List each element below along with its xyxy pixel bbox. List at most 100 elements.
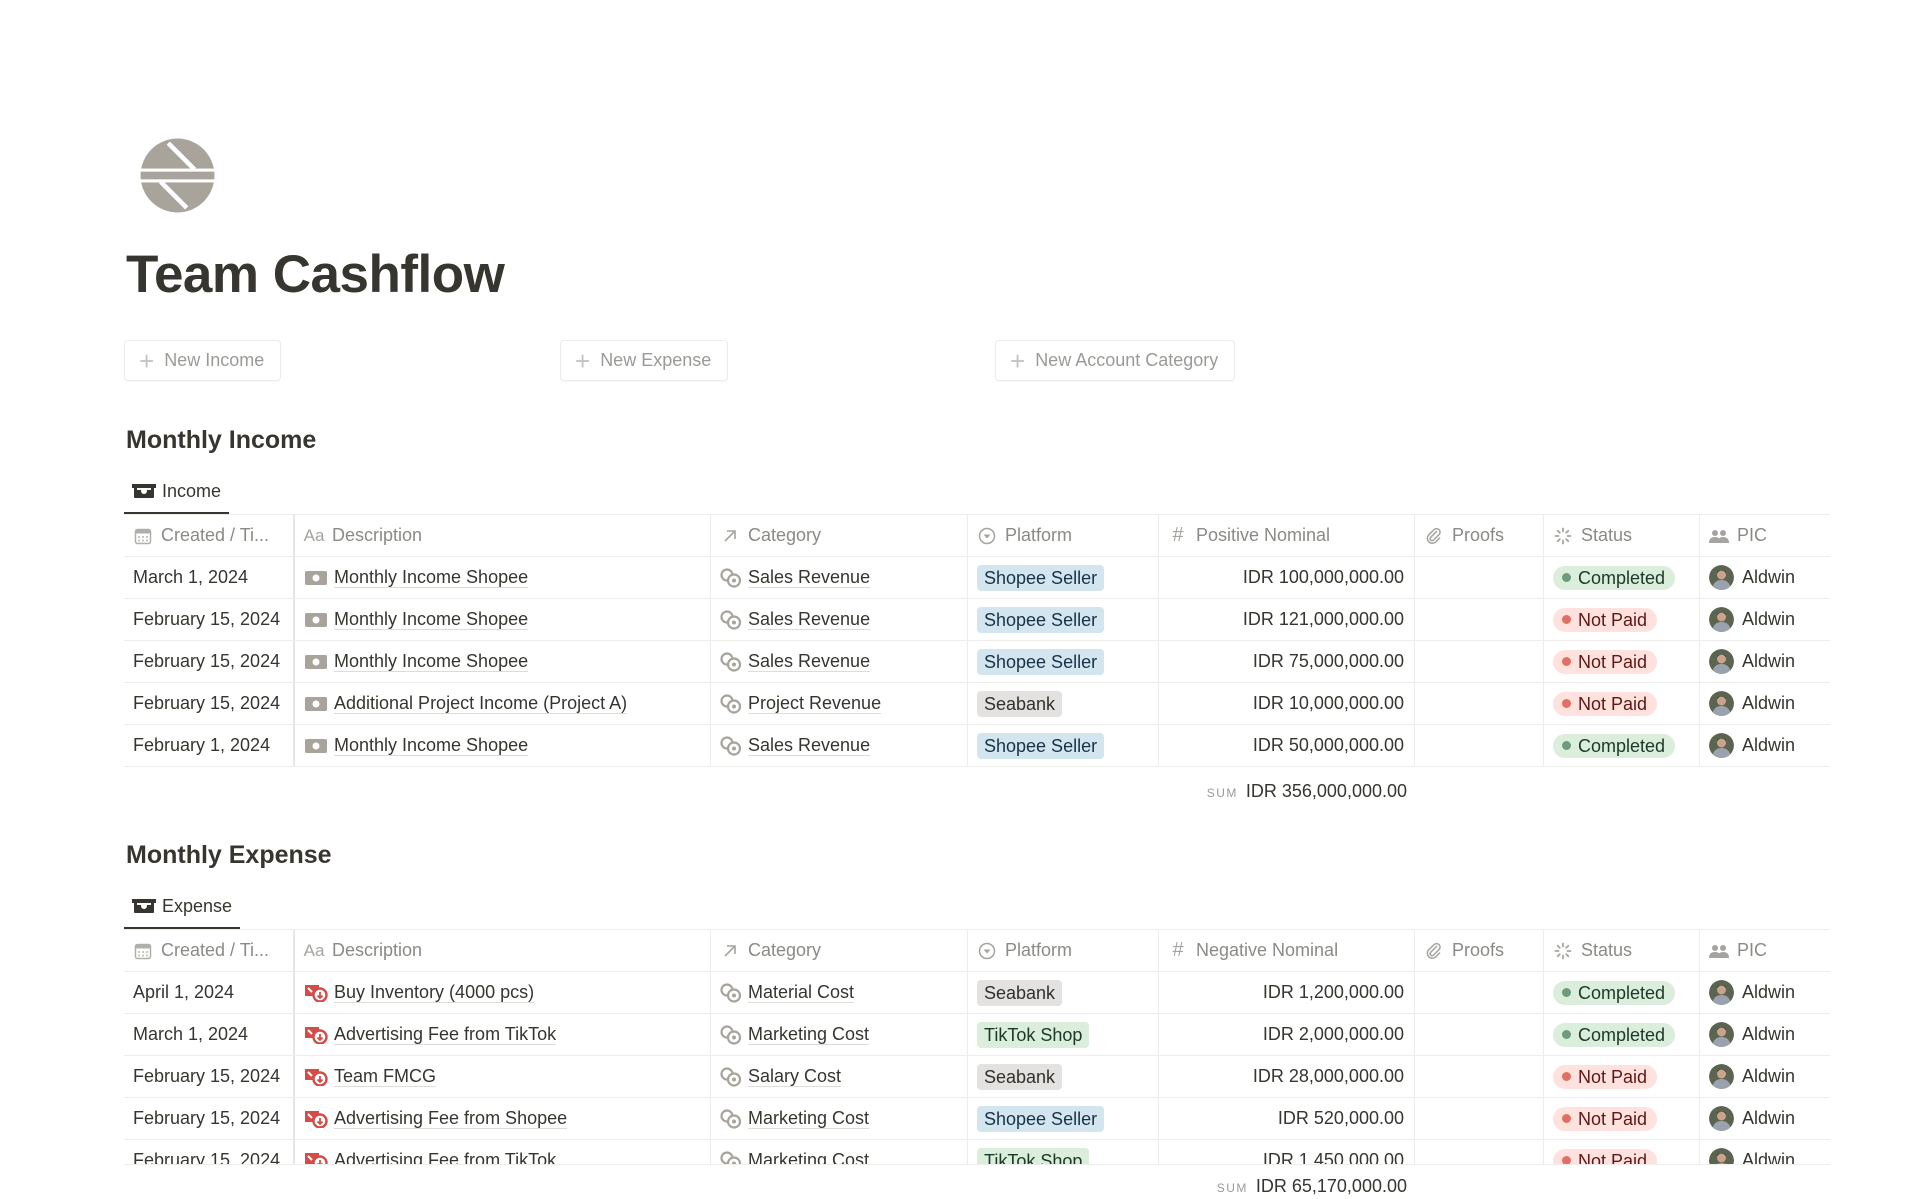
cell-nominal[interactable]: IDR 121,000,000.00 [1159,599,1415,640]
cell-platform[interactable]: TikTok Shop [968,1014,1159,1055]
category-link[interactable]: Salary Cost [748,1066,842,1088]
cell-nominal[interactable]: IDR 1,200,000.00 [1159,972,1415,1013]
cell-platform[interactable]: Shopee Seller [968,725,1159,766]
column-header-created-time[interactable]: Created / Ti... [124,515,295,556]
cell-created-time[interactable]: February 15, 2024 [124,1140,295,1164]
cell-proofs[interactable] [1415,725,1544,766]
table-row[interactable]: February 15, 2024 Team FMCG Salary Cost Sea… [124,1056,1830,1098]
column-header-description[interactable]: Aa Description [295,515,711,556]
cell-category[interactable]: Salary Cost [711,1056,968,1097]
cell-description[interactable]: Additional Project Income (Project A) [295,683,711,724]
cell-platform[interactable]: Shopee Seller [968,557,1159,598]
column-header-status[interactable]: Status [1544,515,1700,556]
cell-created-time[interactable]: March 1, 2024 [124,1014,295,1055]
cell-category[interactable]: Marketing Cost [711,1014,968,1055]
cell-status[interactable]: Not Paid [1544,1140,1700,1164]
cell-description[interactable]: Buy Inventory (4000 pcs) [295,972,711,1013]
cell-category[interactable]: Project Revenue [711,683,968,724]
description-link[interactable]: Advertising Fee from TikTok [334,1150,556,1164]
cell-status[interactable]: Completed [1544,725,1700,766]
cell-nominal[interactable]: IDR 28,000,000.00 [1159,1056,1415,1097]
table-row[interactable]: April 1, 2024 Buy Inventory (4000 pcs) Mat… [124,972,1830,1014]
cell-status[interactable]: Not Paid [1544,599,1700,640]
cell-created-time[interactable]: February 15, 2024 [124,683,295,724]
table-row[interactable]: February 15, 2024 Additional Project Inco… [124,683,1830,725]
income-sum[interactable]: SUM IDR 356,000,000.00 [1207,781,1407,802]
cell-proofs[interactable] [1415,1056,1544,1097]
cell-description[interactable]: Advertising Fee from TikTok [295,1014,711,1055]
cell-status[interactable]: Completed [1544,972,1700,1013]
cell-proofs[interactable] [1415,557,1544,598]
column-header-category[interactable]: Category [711,930,968,971]
cell-status[interactable]: Not Paid [1544,1098,1700,1139]
cell-category[interactable]: Sales Revenue [711,725,968,766]
cell-created-time[interactable]: February 15, 2024 [124,1056,295,1097]
tab-income[interactable]: Income [124,470,230,514]
cell-description[interactable]: Monthly Income Shopee [295,599,711,640]
column-header-platform[interactable]: Platform [968,515,1159,556]
cell-category[interactable]: Sales Revenue [711,557,968,598]
cell-platform[interactable]: Shopee Seller [968,599,1159,640]
cell-category[interactable]: Marketing Cost [711,1140,968,1164]
category-link[interactable]: Marketing Cost [748,1150,869,1164]
category-link[interactable]: Marketing Cost [748,1108,870,1130]
description-link[interactable]: Monthly Income Shopee [334,567,529,589]
cell-description[interactable]: Monthly Income Shopee [295,725,711,766]
new-expense-button[interactable]: + New Expense [560,340,729,381]
cell-proofs[interactable] [1415,1098,1544,1139]
cell-nominal[interactable]: IDR 2,000,000.00 [1159,1014,1415,1055]
cell-nominal[interactable]: IDR 75,000,000.00 [1159,641,1415,682]
cell-created-time[interactable]: April 1, 2024 [124,972,295,1013]
cell-pic[interactable]: Aldwin [1700,725,1830,766]
cell-created-time[interactable]: February 15, 2024 [124,1098,295,1139]
column-header-created-time[interactable]: Created / Ti... [124,930,295,971]
description-link[interactable]: Additional Project Income (Project A) [334,693,628,715]
cell-created-time[interactable]: February 15, 2024 [124,641,295,682]
cell-description[interactable]: Team FMCG [295,1056,711,1097]
cell-proofs[interactable] [1415,972,1544,1013]
cell-status[interactable]: Completed [1544,557,1700,598]
description-link[interactable]: Advertising Fee from Shopee [334,1108,568,1130]
cell-pic[interactable]: Aldwin [1700,1098,1830,1139]
category-link[interactable]: Project Revenue [748,693,882,715]
cell-pic[interactable]: Aldwin [1700,641,1830,682]
table-row[interactable]: February 15, 2024 Monthly Income Shopee Sa… [124,599,1830,641]
category-link[interactable]: Sales Revenue [748,651,871,673]
column-header-category[interactable]: Category [711,515,968,556]
column-header-pic[interactable]: PIC [1700,930,1830,971]
description-link[interactable]: Buy Inventory (4000 pcs) [334,982,535,1004]
table-row[interactable]: February 15, 2024 Monthly Income Shopee Sa… [124,641,1830,683]
category-link[interactable]: Sales Revenue [748,567,871,589]
cell-platform[interactable]: Seabank [968,1056,1159,1097]
cell-description[interactable]: Monthly Income Shopee [295,641,711,682]
cell-proofs[interactable] [1415,1140,1544,1164]
description-link[interactable]: Monthly Income Shopee [334,609,529,631]
cell-pic[interactable]: Aldwin [1700,1014,1830,1055]
cell-platform[interactable]: Shopee Seller [968,1098,1159,1139]
table-row[interactable]: February 15, 2024 Advertising Fee from Sh… [124,1098,1830,1140]
description-link[interactable]: Monthly Income Shopee [334,735,529,757]
cell-description[interactable]: Monthly Income Shopee [295,557,711,598]
cell-pic[interactable]: Aldwin [1700,1056,1830,1097]
column-header-description[interactable]: Aa Description [295,930,711,971]
column-header-platform[interactable]: Platform [968,930,1159,971]
column-header-nominal[interactable]: # Negative Nominal [1159,930,1415,971]
cell-status[interactable]: Completed [1544,1014,1700,1055]
cell-platform[interactable]: TikTok Shop [968,1140,1159,1164]
column-header-proofs[interactable]: Proofs [1415,515,1544,556]
cell-pic[interactable]: Aldwin [1700,683,1830,724]
category-link[interactable]: Marketing Cost [748,1024,870,1046]
cell-category[interactable]: Sales Revenue [711,641,968,682]
column-header-pic[interactable]: PIC [1700,515,1830,556]
column-header-proofs[interactable]: Proofs [1415,930,1544,971]
cell-description[interactable]: Advertising Fee from Shopee [295,1098,711,1139]
cell-nominal[interactable]: IDR 10,000,000.00 [1159,683,1415,724]
category-link[interactable]: Sales Revenue [748,609,871,631]
cell-status[interactable]: Not Paid [1544,641,1700,682]
table-row[interactable]: March 1, 2024 Advertising Fee from TikTok… [124,1014,1830,1056]
cell-nominal[interactable]: IDR 50,000,000.00 [1159,725,1415,766]
cell-pic[interactable]: Aldwin [1700,1140,1830,1164]
new-income-button[interactable]: + New Income [124,340,282,381]
cell-category[interactable]: Material Cost [711,972,968,1013]
cell-nominal[interactable]: IDR 520,000.00 [1159,1098,1415,1139]
